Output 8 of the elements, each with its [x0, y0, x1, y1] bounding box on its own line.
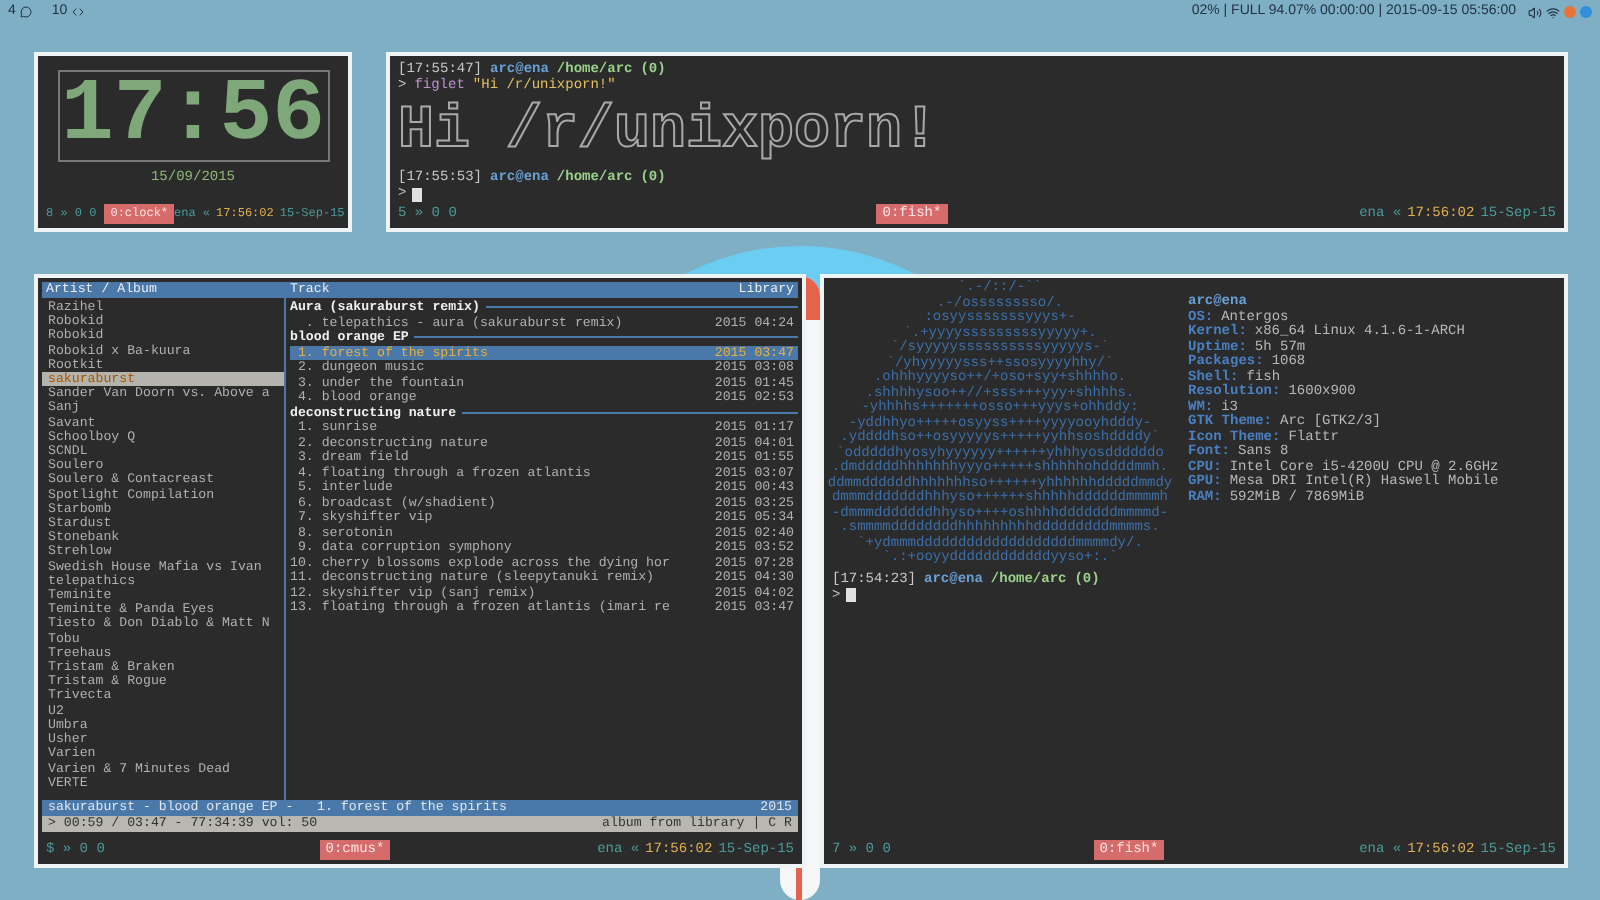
text-cursor: [412, 187, 423, 201]
chat-icon: [19, 6, 32, 18]
clock-display: 17:56: [57, 70, 329, 162]
wifi-icon[interactable]: [1546, 5, 1560, 19]
figlet-title: Hi /r/unixporn!: [398, 98, 939, 166]
volume-icon[interactable]: [1528, 5, 1542, 19]
text-cursor: [846, 588, 857, 602]
code-icon: [71, 6, 84, 18]
